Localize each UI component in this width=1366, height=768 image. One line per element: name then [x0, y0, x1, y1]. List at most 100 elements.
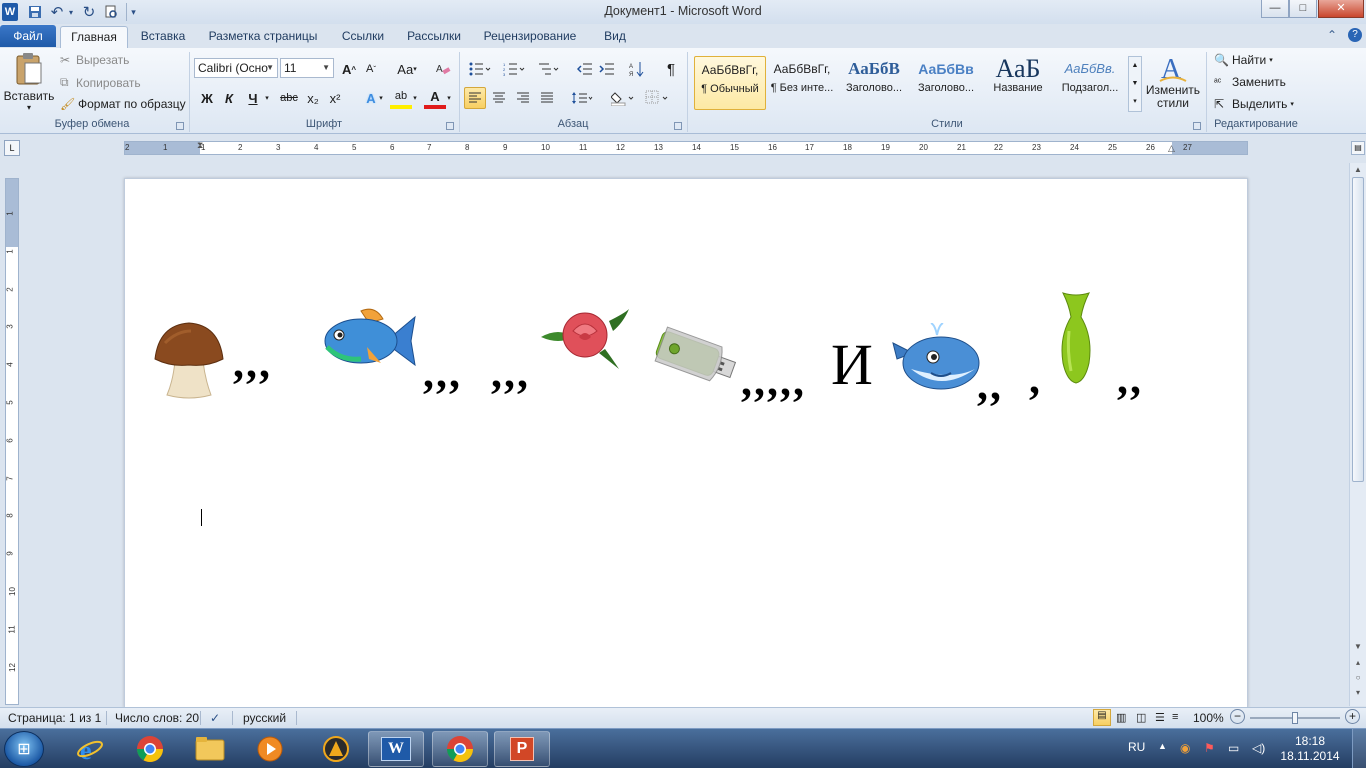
input-language[interactable]: RU: [1128, 740, 1145, 754]
draft-view-icon[interactable]: ≡: [1172, 711, 1178, 723]
numbering-button[interactable]: 123: [500, 58, 528, 80]
underline-button[interactable]: Ч: [242, 87, 264, 109]
style-no-spacing[interactable]: АаБбВвГг, ¶ Без инте...: [766, 56, 838, 110]
show-hidden-icons[interactable]: ▲: [1158, 741, 1167, 751]
vertical-ruler[interactable]: 1 1 2 3 4 5 6 7 8 9 10 11 12: [5, 178, 19, 705]
action-center-icon[interactable]: ⚑: [1204, 741, 1215, 755]
style-title[interactable]: АаБ Название: [982, 56, 1054, 110]
paste-dropdown-icon[interactable]: ▾: [27, 103, 31, 112]
page-count-status[interactable]: Страница: 1 из 1: [8, 711, 101, 725]
strikethrough-button[interactable]: abc: [278, 87, 300, 109]
chevron-down-icon[interactable]: ▾: [444, 87, 454, 109]
cut-button[interactable]: ✂ Вырезать: [60, 53, 129, 67]
previous-page-icon[interactable]: ▴: [1350, 656, 1366, 670]
zoom-slider-thumb[interactable]: [1292, 712, 1298, 724]
change-styles-button[interactable]: A Изменить стили: [1144, 52, 1202, 114]
font-color-button[interactable]: A: [424, 87, 446, 109]
tab-home[interactable]: Главная: [60, 26, 128, 48]
paragraph-launcher-icon[interactable]: [674, 122, 682, 130]
style-heading-2[interactable]: АаБбВв Заголово...: [910, 56, 982, 110]
zoom-level[interactable]: 100%: [1193, 711, 1224, 725]
taskbar-word[interactable]: W: [368, 731, 424, 767]
word-count-status[interactable]: Число слов: 20: [115, 711, 199, 725]
volume-icon[interactable]: ◁): [1252, 741, 1265, 755]
network-icon[interactable]: ▭: [1228, 741, 1239, 755]
style-normal[interactable]: АаБбВвГг, ¶ Обычный: [694, 56, 766, 110]
close-button[interactable]: ✕: [1318, 0, 1364, 18]
bullets-button[interactable]: [466, 58, 494, 80]
align-center-button[interactable]: [488, 87, 510, 109]
maximize-button[interactable]: □: [1289, 0, 1317, 18]
collapse-ribbon-icon[interactable]: ⌃: [1327, 28, 1337, 42]
tab-references[interactable]: Ссылки: [334, 26, 392, 48]
tab-mailings[interactable]: Рассылки: [400, 26, 468, 48]
tab-insert[interactable]: Вставка: [132, 26, 194, 48]
chevron-down-icon[interactable]: ▾: [410, 87, 420, 109]
start-button[interactable]: ⊞: [4, 731, 44, 767]
tab-review[interactable]: Рецензирование: [478, 26, 582, 48]
change-case-button[interactable]: Aa ▾: [392, 58, 422, 80]
whale-picture[interactable]: [891, 323, 981, 393]
tab-file[interactable]: Файл: [0, 25, 56, 47]
right-indent-marker-icon[interactable]: △: [1168, 143, 1175, 154]
format-painter-button[interactable]: 🖌 Формат по образцу: [60, 97, 186, 111]
horizontal-ruler[interactable]: 2 1 1 2 3 4 5 6 7 8 9 10 11 12 13 14 15 16 17 18 19 20 21 22 23 2…: [124, 140, 1248, 155]
scroll-down-icon[interactable]: ▼: [1350, 640, 1366, 654]
usb-flash-drive-picture[interactable]: [651, 325, 743, 389]
bold-button[interactable]: Ж: [196, 87, 218, 109]
subscript-button[interactable]: x₂: [302, 87, 324, 109]
tray-app-icon[interactable]: ◉: [1180, 741, 1190, 755]
scroll-down-icon[interactable]: ▼: [1129, 75, 1141, 93]
scroll-up-icon[interactable]: ▲: [1129, 57, 1141, 75]
rose-picture[interactable]: [539, 307, 631, 373]
file-explorer-icon[interactable]: [182, 731, 238, 767]
paste-button[interactable]: Вставить ▾: [4, 52, 54, 112]
tab-view[interactable]: Вид: [596, 26, 634, 48]
document-page[interactable]: ,,, ,,, ,,, ,,,,, И ,, , ,,: [124, 178, 1248, 708]
proofing-icon[interactable]: ✓: [210, 711, 220, 725]
multilevel-list-button[interactable]: [534, 58, 562, 80]
print-layout-view-icon[interactable]: ▤: [1093, 709, 1111, 726]
tab-page-layout[interactable]: Разметка страницы: [200, 26, 326, 48]
internet-explorer-icon[interactable]: e: [62, 731, 118, 767]
increase-indent-button[interactable]: [596, 58, 618, 80]
indent-marker-icon[interactable]: ⧗: [197, 140, 203, 151]
chrome-icon[interactable]: [122, 731, 178, 767]
media-player-icon[interactable]: [242, 731, 298, 767]
vertical-scrollbar[interactable]: ▤ ▲ ▼ ▴ ○ ▾: [1349, 141, 1366, 706]
taskbar-chrome[interactable]: [432, 731, 488, 767]
show-formatting-marks-button[interactable]: ¶: [660, 58, 682, 80]
view-ruler-icon[interactable]: ▤: [1351, 141, 1365, 155]
help-icon[interactable]: ?: [1348, 28, 1362, 42]
replace-button[interactable]: ᵃᶜ Заменить: [1214, 75, 1286, 89]
font-name-combo[interactable]: Calibri (Осно ▼: [194, 58, 278, 78]
show-desktop-button[interactable]: [1352, 729, 1366, 768]
line-spacing-button[interactable]: [568, 87, 596, 109]
highlight-button[interactable]: ab: [390, 87, 412, 109]
aimp-icon[interactable]: [308, 731, 364, 767]
decrease-indent-button[interactable]: [574, 58, 596, 80]
select-button[interactable]: ⇱ Выделить ▾: [1214, 97, 1294, 111]
scroll-thumb[interactable]: [1352, 177, 1364, 482]
next-page-icon[interactable]: ▾: [1350, 686, 1366, 700]
full-screen-reading-icon[interactable]: ▥: [1116, 711, 1126, 724]
superscript-button[interactable]: x²: [324, 87, 346, 109]
zoom-out-button[interactable]: −: [1230, 709, 1245, 724]
scroll-up-icon[interactable]: ▲: [1350, 163, 1366, 177]
copy-button[interactable]: ⧉ Копировать: [60, 75, 141, 90]
clipboard-launcher-icon[interactable]: [176, 122, 184, 130]
sort-button[interactable]: AЯ: [626, 58, 648, 80]
style-heading-1[interactable]: АаБбВ Заголово...: [838, 56, 910, 110]
shading-button[interactable]: [608, 87, 638, 109]
fish-picture[interactable]: [321, 307, 417, 377]
borders-button[interactable]: [642, 87, 672, 109]
system-clock[interactable]: 18:18 18.11.2014: [1280, 734, 1340, 764]
language-status[interactable]: русский: [243, 711, 286, 725]
shrink-font-button[interactable]: Aˇ: [360, 58, 382, 80]
clear-formatting-icon[interactable]: A: [432, 58, 454, 80]
find-button[interactable]: 🔍 Найти ▾: [1214, 53, 1273, 67]
underline-dropdown-icon[interactable]: ▾: [262, 87, 272, 109]
green-vase-picture[interactable]: [1057, 291, 1095, 385]
style-subtitle[interactable]: АаБбВв. Подзагол...: [1054, 56, 1126, 110]
outline-view-icon[interactable]: ☰: [1155, 711, 1165, 724]
